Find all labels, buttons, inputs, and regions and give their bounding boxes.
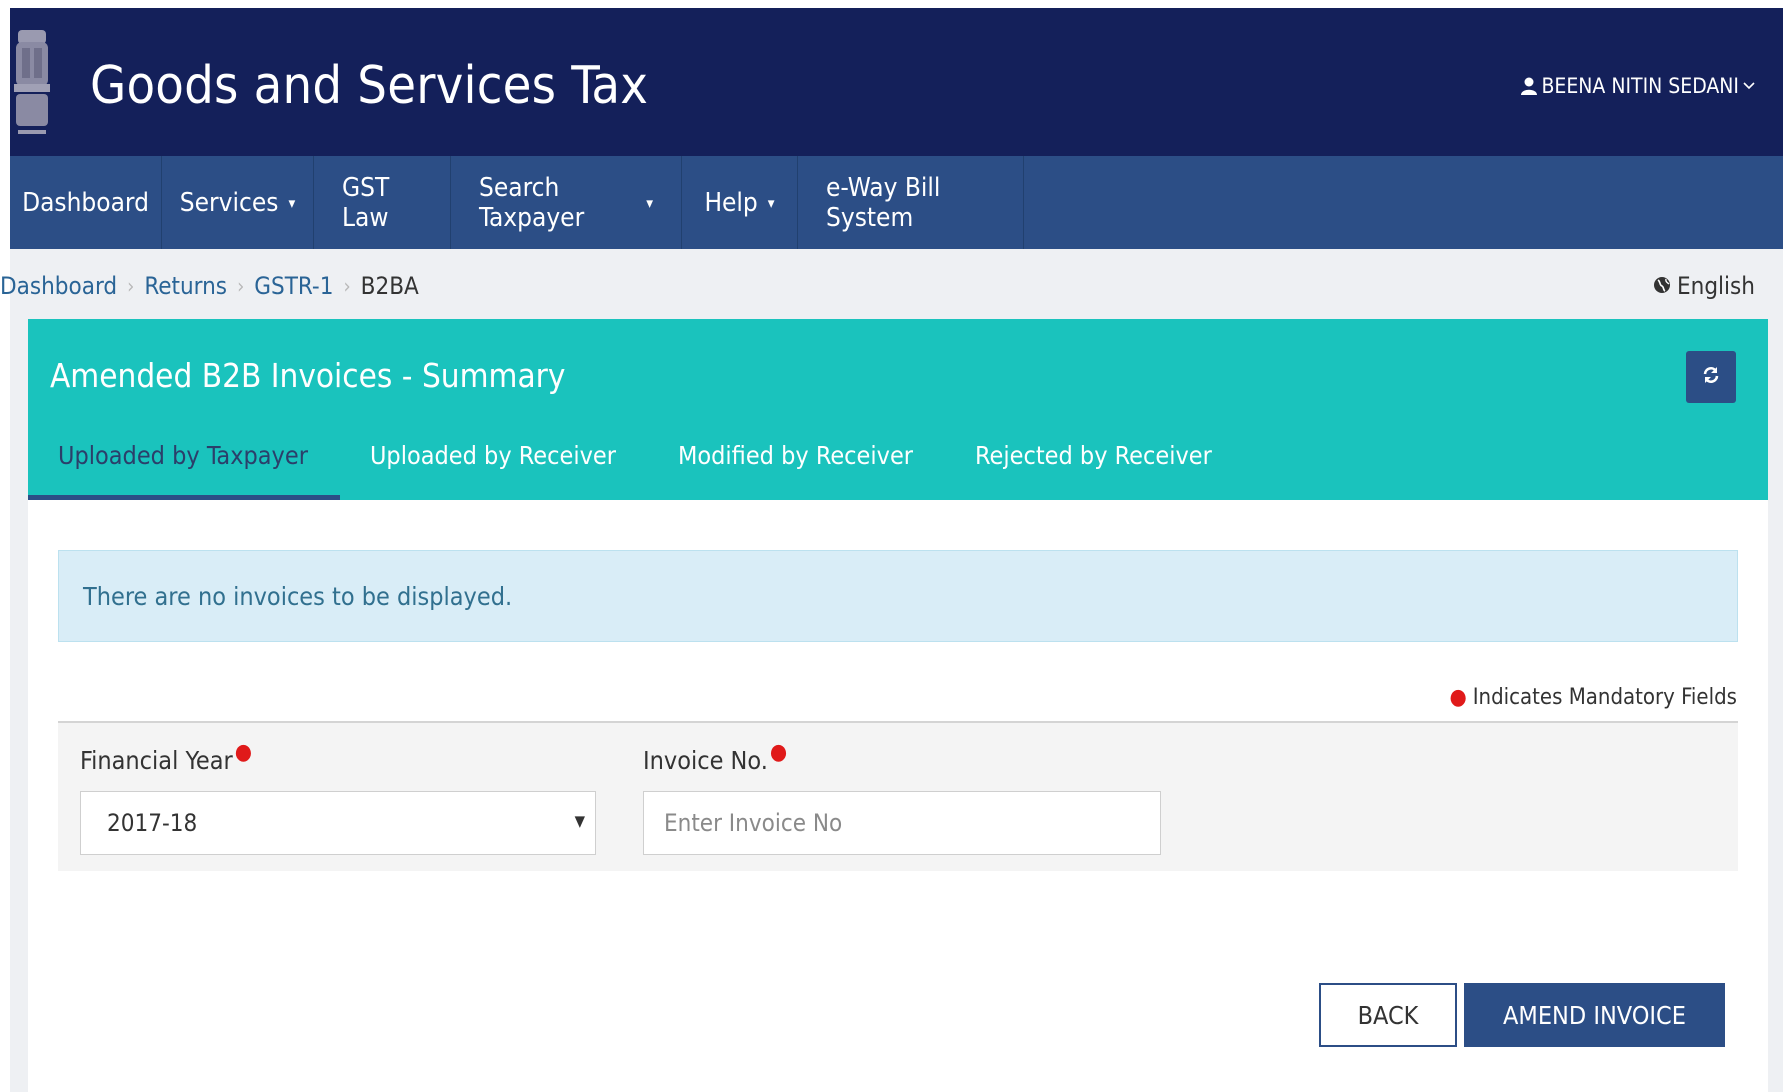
summary-card: Amended B2B Invoices - Summary Uploaded …	[28, 319, 1768, 1092]
amend-invoice-button[interactable]: AMEND INVOICE	[1464, 983, 1725, 1047]
nav-label: Search Taxpayer	[479, 172, 585, 233]
financial-year-value: 2017-18	[107, 809, 198, 837]
breadcrumb-separator: ›	[237, 274, 245, 298]
search-form: Financial Year ● 2017-18 ▼ Invoice No. ●	[58, 721, 1738, 871]
tab-modified-by-receiver[interactable]: Modified by Receiver	[648, 415, 945, 500]
mandatory-note-text: Indicates Mandatory Fields	[1472, 685, 1737, 710]
nav-label: Services	[179, 187, 279, 218]
site-title: Goods and Services Tax	[90, 56, 649, 116]
info-alert: There are no invoices to be displayed.	[58, 550, 1738, 642]
nav-help[interactable]: Help ▾	[682, 156, 798, 249]
user-name: BEENA NITIN SEDANI	[1541, 74, 1739, 98]
refresh-icon	[1701, 365, 1721, 389]
mandatory-dot-icon: ●	[769, 740, 788, 765]
refresh-button[interactable]	[1686, 351, 1736, 403]
caret-down-icon: ▾	[767, 193, 775, 212]
national-emblem-icon[interactable]	[12, 28, 52, 144]
nav-eway-bill[interactable]: e-Way Bill System	[798, 156, 1024, 249]
back-button[interactable]: BACK	[1319, 983, 1457, 1047]
breadcrumb-separator: ›	[343, 274, 351, 298]
financial-year-label: Financial Year ●	[80, 742, 252, 776]
breadcrumb-separator: ›	[127, 274, 135, 298]
tab-uploaded-by-taxpayer[interactable]: Uploaded by Taxpayer	[28, 415, 340, 500]
invoice-no-label: Invoice No. ●	[643, 742, 787, 776]
language-label: English	[1677, 272, 1755, 300]
globe-icon	[1653, 272, 1671, 300]
breadcrumb-bar: Dashboard › Returns › GSTR-1 › B2BA Engl…	[0, 249, 1783, 319]
nav-label: Help	[704, 187, 758, 218]
nav-search-taxpayer[interactable]: Search Taxpayer ▾	[451, 156, 682, 249]
card-title: Amended B2B Invoices - Summary	[50, 356, 566, 395]
tab-uploaded-by-receiver[interactable]: Uploaded by Receiver	[340, 415, 648, 500]
breadcrumb: Dashboard › Returns › GSTR-1 › B2BA	[0, 272, 419, 300]
financial-year-select[interactable]: 2017-18 ▼	[80, 791, 596, 855]
financial-year-label-text: Financial Year	[80, 746, 233, 775]
breadcrumb-returns[interactable]: Returns	[144, 272, 227, 300]
nav-label: e-Way Bill System	[826, 172, 941, 233]
site-header: Goods and Services Tax BEENA NITIN SEDAN…	[10, 8, 1783, 156]
nav-dashboard[interactable]: Dashboard	[10, 156, 162, 249]
nav-services[interactable]: Services ▾	[162, 156, 314, 249]
invoice-no-input[interactable]	[643, 791, 1161, 855]
mandatory-dot-icon: ●	[234, 740, 253, 765]
card-header: Amended B2B Invoices - Summary Uploaded …	[28, 319, 1768, 500]
breadcrumb-dashboard[interactable]: Dashboard	[0, 272, 117, 300]
chevron-down-icon	[1743, 81, 1755, 91]
main-navbar: Dashboard Services ▾ GST Law Search Taxp…	[10, 156, 1783, 249]
nav-label: GST Law	[342, 172, 390, 233]
language-selector[interactable]: English	[1653, 272, 1755, 300]
mandatory-note: ● Indicates Mandatory Fields	[1449, 685, 1737, 710]
caret-down-icon: ▾	[288, 193, 296, 212]
tab-rejected-by-receiver[interactable]: Rejected by Receiver	[945, 415, 1244, 500]
mandatory-dot-icon: ●	[1449, 684, 1467, 710]
nav-label: Dashboard	[22, 187, 149, 218]
invoice-no-label-text: Invoice No.	[643, 746, 768, 775]
user-menu[interactable]: BEENA NITIN SEDANI	[1521, 74, 1755, 98]
invoice-tabs: Uploaded by Taxpayer Uploaded by Receive…	[28, 415, 1244, 500]
user-icon	[1521, 77, 1538, 95]
triangle-down-icon: ▼	[574, 812, 585, 830]
breadcrumb-gstr1[interactable]: GSTR-1	[254, 272, 333, 300]
breadcrumb-current: B2BA	[360, 272, 419, 300]
caret-down-icon: ▾	[646, 193, 653, 212]
nav-gst-law[interactable]: GST Law	[314, 156, 451, 249]
